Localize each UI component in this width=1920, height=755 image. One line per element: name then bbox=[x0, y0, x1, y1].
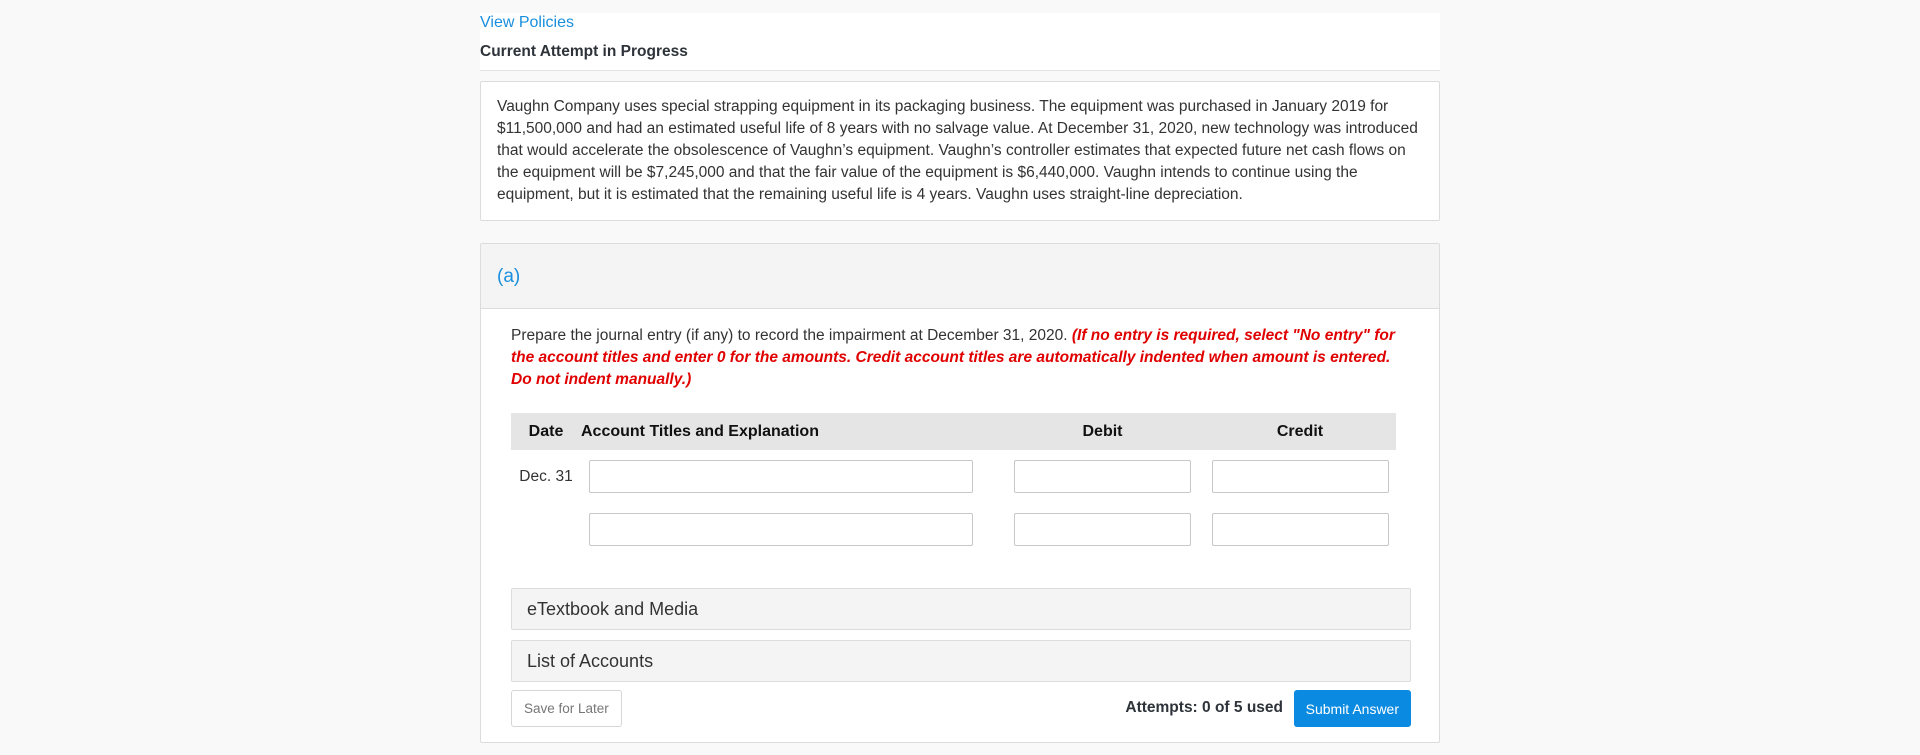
submit-answer-button[interactable]: Submit Answer bbox=[1293, 690, 1411, 727]
credit-input[interactable] bbox=[1211, 460, 1389, 493]
action-bar: Save for Later Attempts: 0 of 5 used Sub… bbox=[511, 690, 1411, 728]
account-title-input[interactable] bbox=[589, 513, 973, 546]
view-policies-link[interactable]: View Policies bbox=[480, 13, 1440, 35]
save-for-later-button[interactable]: Save for Later bbox=[511, 690, 622, 727]
header-credit: Credit bbox=[1204, 413, 1396, 450]
row-date bbox=[511, 503, 581, 556]
table-header-row: Date Account Titles and Explanation Debi… bbox=[511, 413, 1396, 450]
account-title-input[interactable] bbox=[589, 460, 973, 493]
debit-input[interactable] bbox=[1014, 513, 1191, 546]
attempts-counter: Attempts: 0 of 5 used bbox=[1125, 699, 1283, 716]
part-a-body: Prepare the journal entry (if any) to re… bbox=[481, 309, 1439, 728]
instruction-main: Prepare the journal entry (if any) to re… bbox=[511, 327, 1068, 344]
instruction-text: Prepare the journal entry (if any) to re… bbox=[511, 325, 1409, 391]
table-row bbox=[511, 503, 1396, 556]
debit-input[interactable] bbox=[1014, 460, 1191, 493]
journal-entry-table: Date Account Titles and Explanation Debi… bbox=[511, 413, 1396, 556]
header-area: View Policies Current Attempt in Progres… bbox=[480, 13, 1440, 71]
assignment-container: View Policies Current Attempt in Progres… bbox=[480, 13, 1440, 743]
header-account: Account Titles and Explanation bbox=[581, 413, 1001, 450]
credit-input[interactable] bbox=[1211, 513, 1389, 546]
header-debit: Debit bbox=[1001, 413, 1204, 450]
header-date: Date bbox=[511, 413, 581, 450]
row-date: Dec. 31 bbox=[519, 467, 573, 485]
attempt-status: Current Attempt in Progress bbox=[480, 43, 688, 60]
list-of-accounts-toggle[interactable]: List of Accounts bbox=[511, 640, 1411, 682]
part-label: (a) bbox=[497, 266, 521, 287]
part-a-header: (a) bbox=[481, 244, 1439, 309]
part-a-panel: (a) Prepare the journal entry (if any) t… bbox=[480, 243, 1440, 743]
problem-statement: Vaughn Company uses special strapping eq… bbox=[480, 81, 1440, 221]
etextbook-media-toggle[interactable]: eTextbook and Media bbox=[511, 588, 1411, 630]
table-row: Dec. 31 bbox=[511, 450, 1396, 503]
